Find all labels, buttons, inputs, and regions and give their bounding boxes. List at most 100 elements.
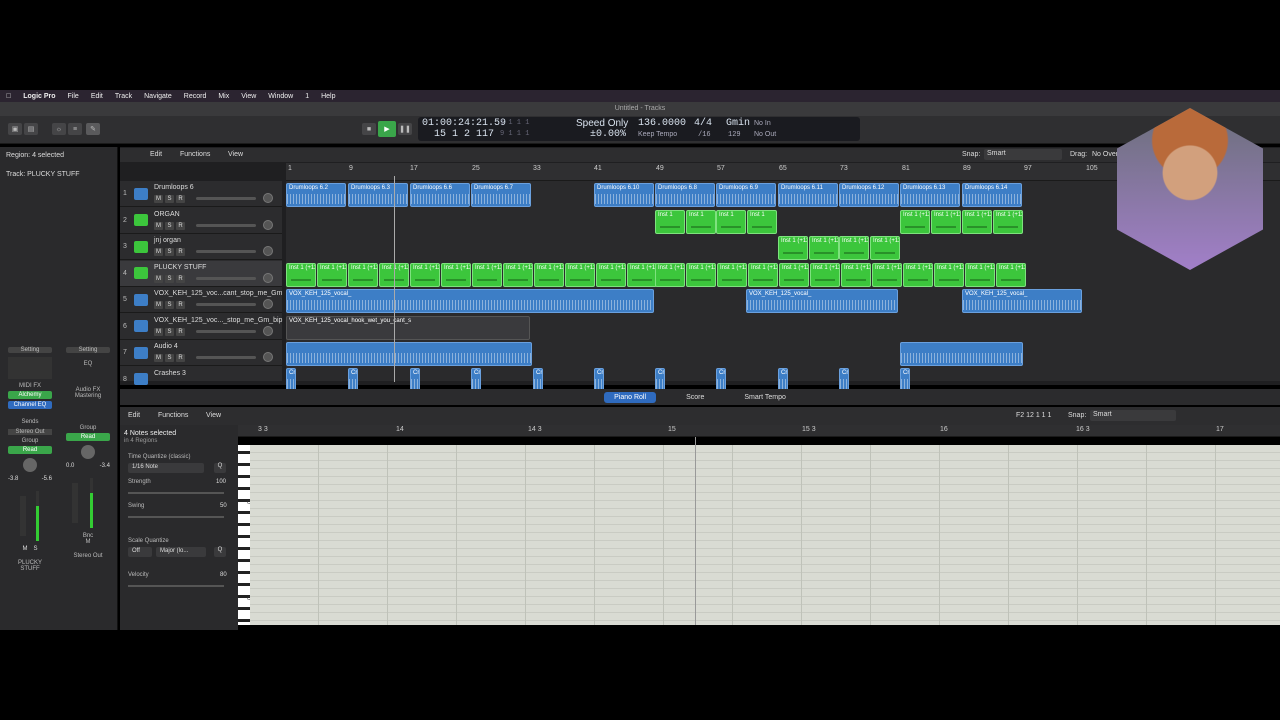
menu-help[interactable]: Help [315, 93, 341, 100]
menu-view[interactable]: View [235, 93, 262, 100]
velocity-slider[interactable] [128, 585, 224, 587]
group-slot[interactable]: Group [8, 438, 52, 444]
region-drum[interactable]: Drumloops 6.11 [778, 183, 838, 207]
region-organ[interactable]: Inst 1 (+12 [993, 210, 1023, 234]
region-plucky[interactable]: Inst 1 (+12 [779, 263, 809, 287]
track-r-button[interactable]: R [176, 327, 185, 336]
track-volume-slider[interactable] [196, 223, 256, 227]
track-m-button[interactable]: M [154, 195, 163, 203]
region-organ[interactable]: Inst 1 [655, 210, 685, 234]
instrument-slot[interactable]: Alchemy [8, 391, 52, 399]
track-s-button[interactable]: S [165, 301, 174, 309]
stop-button[interactable]: ■ [362, 123, 376, 135]
track-name[interactable]: Audio 4 [154, 343, 178, 350]
scale-quantize-mode[interactable]: Major (lo... [156, 547, 206, 557]
track-m-button[interactable]: M [154, 221, 163, 230]
menu-edit[interactable]: Edit [85, 93, 109, 100]
region-vox[interactable]: VOX_KEH_125_vocal_ [962, 289, 1082, 313]
pan-knob-out[interactable] [81, 445, 95, 459]
scale-quantize-off[interactable]: Off [128, 547, 152, 557]
lcd-display[interactable]: 01:00:24:21.59 15 1 2 117 1 1 1 1 9 1 1 … [418, 117, 860, 141]
region-plucky[interactable]: Inst 1 (+12 [965, 263, 995, 287]
strength-slider[interactable] [128, 492, 224, 494]
apple-icon[interactable]:  [0, 93, 17, 100]
mastering-slot[interactable]: Mastering [66, 393, 110, 399]
track-name[interactable]: ORGAN [154, 211, 180, 218]
swing-slider[interactable] [128, 516, 224, 518]
track-r-button[interactable]: R [176, 301, 185, 309]
scale-quantize-button[interactable]: Q [214, 547, 226, 557]
menu-window[interactable]: Window [262, 93, 299, 100]
inspector-region[interactable]: Region: 4 selected [6, 152, 64, 159]
region-plucky[interactable]: Inst 1 (+12 [565, 263, 595, 287]
region-plucky[interactable]: Inst 1 (+12 [286, 263, 316, 287]
piano-roll-grid[interactable] [250, 445, 1280, 625]
mute-button-out[interactable]: M [66, 539, 110, 545]
region-drum[interactable]: Drumloops 6.2 [286, 183, 346, 207]
menu-record[interactable]: Record [178, 93, 213, 100]
eq-label[interactable]: EQ [66, 361, 110, 367]
region-drum[interactable]: Drumloops 6.8 [655, 183, 715, 207]
track-m-button[interactable]: M [154, 248, 163, 256]
track-s-button[interactable]: S [165, 195, 174, 203]
region-plucky[interactable]: Inst 1 (+12 [903, 263, 933, 287]
track-name[interactable]: VOX_KEH_125_voc..._stop_me_Gm_bip [154, 317, 282, 324]
snap-dropdown[interactable]: Smart [984, 149, 1062, 160]
region-plucky[interactable]: Inst 1 (+12 [317, 263, 347, 287]
track-name[interactable]: PLUCKY STUFF [154, 264, 206, 271]
region-vox[interactable]: VOX_KEH_125_vocal_ [746, 289, 898, 313]
track-pan-knob[interactable] [263, 193, 273, 203]
smart-controls-icon[interactable]: ☼ [52, 123, 66, 135]
track-r-button[interactable]: R [176, 248, 185, 256]
eq-display[interactable] [8, 357, 52, 379]
editors-icon[interactable]: ✎ [86, 123, 100, 135]
tracks-view-menu[interactable]: View [228, 151, 243, 158]
region-plucky[interactable]: Inst 1 (+12 [686, 263, 716, 287]
region-plucky[interactable]: Inst 1 (+12 [627, 263, 657, 287]
track-r-button[interactable]: R [176, 195, 185, 203]
track-s-button[interactable]: S [165, 248, 174, 256]
region-jnj-organ[interactable]: Inst 1 (+12 [778, 236, 808, 260]
track-volume-slider[interactable] [196, 356, 256, 359]
region-plucky[interactable]: Inst 1 (+12 [841, 263, 871, 287]
track-r-button[interactable]: R [176, 354, 185, 362]
region-plucky[interactable]: Inst 1 (+12 [534, 263, 564, 287]
audio-fx-slot[interactable]: Channel EQ [8, 401, 52, 409]
midi-fx-slot[interactable]: MIDI FX [8, 383, 52, 389]
region-organ[interactable]: Inst 1 (+12 [931, 210, 961, 234]
drag-dropdown[interactable]: No Over [1092, 151, 1118, 158]
track-pan-knob[interactable] [263, 325, 273, 336]
track-volume-slider[interactable] [196, 303, 256, 306]
region-plucky[interactable]: Inst 1 (+12 [348, 263, 378, 287]
automation-read[interactable]: Read [8, 446, 52, 454]
play-button[interactable]: ▶ [378, 121, 396, 137]
region-jnj-organ[interactable]: Inst 1 (+12 [870, 236, 900, 260]
tab-piano-roll[interactable]: Piano Roll [604, 391, 657, 403]
piano-roll-ruler[interactable]: 3 3 14 14 3 15 15 3 16 16 3 17 [238, 425, 1280, 437]
track-s-button[interactable]: S [165, 274, 174, 283]
track-pan-knob[interactable] [263, 352, 273, 362]
pr-edit-menu[interactable]: Edit [128, 412, 140, 419]
track-name[interactable]: VOX_KEH_125_voc...cant_stop_me_Gm [154, 290, 282, 297]
track-r-button[interactable]: R [176, 221, 185, 230]
track-name[interactable]: Crashes 3 [154, 370, 186, 377]
tab-smart-tempo[interactable]: Smart Tempo [734, 392, 796, 403]
track-m-button[interactable]: M [154, 274, 163, 283]
region-plucky[interactable]: Inst 1 (+12 [717, 263, 747, 287]
region-plucky[interactable]: Inst 1 (+12 [503, 263, 533, 287]
mute-button[interactable]: M [22, 546, 27, 552]
region-organ[interactable]: Inst 1 [686, 210, 716, 234]
region-plucky[interactable]: Inst 1 (+12 [472, 263, 502, 287]
menu-app[interactable]: Logic Pro [17, 93, 61, 100]
pr-playhead[interactable] [695, 437, 696, 625]
track-s-button[interactable]: S [165, 354, 174, 362]
region-plucky[interactable]: Inst 1 (+12 [748, 263, 778, 287]
track-header-3[interactable]: 3 jnj organ M S R [120, 234, 282, 260]
track-volume-slider[interactable] [196, 276, 256, 280]
region-plucky[interactable]: Inst 1 (+12 [441, 263, 471, 287]
track-m-button[interactable]: M [154, 354, 163, 362]
region-audio4[interactable] [900, 342, 1023, 366]
automation-read-out[interactable]: Read [66, 433, 110, 441]
region-organ[interactable]: Inst 1 (+12 [900, 210, 930, 234]
tab-score[interactable]: Score [676, 392, 714, 403]
